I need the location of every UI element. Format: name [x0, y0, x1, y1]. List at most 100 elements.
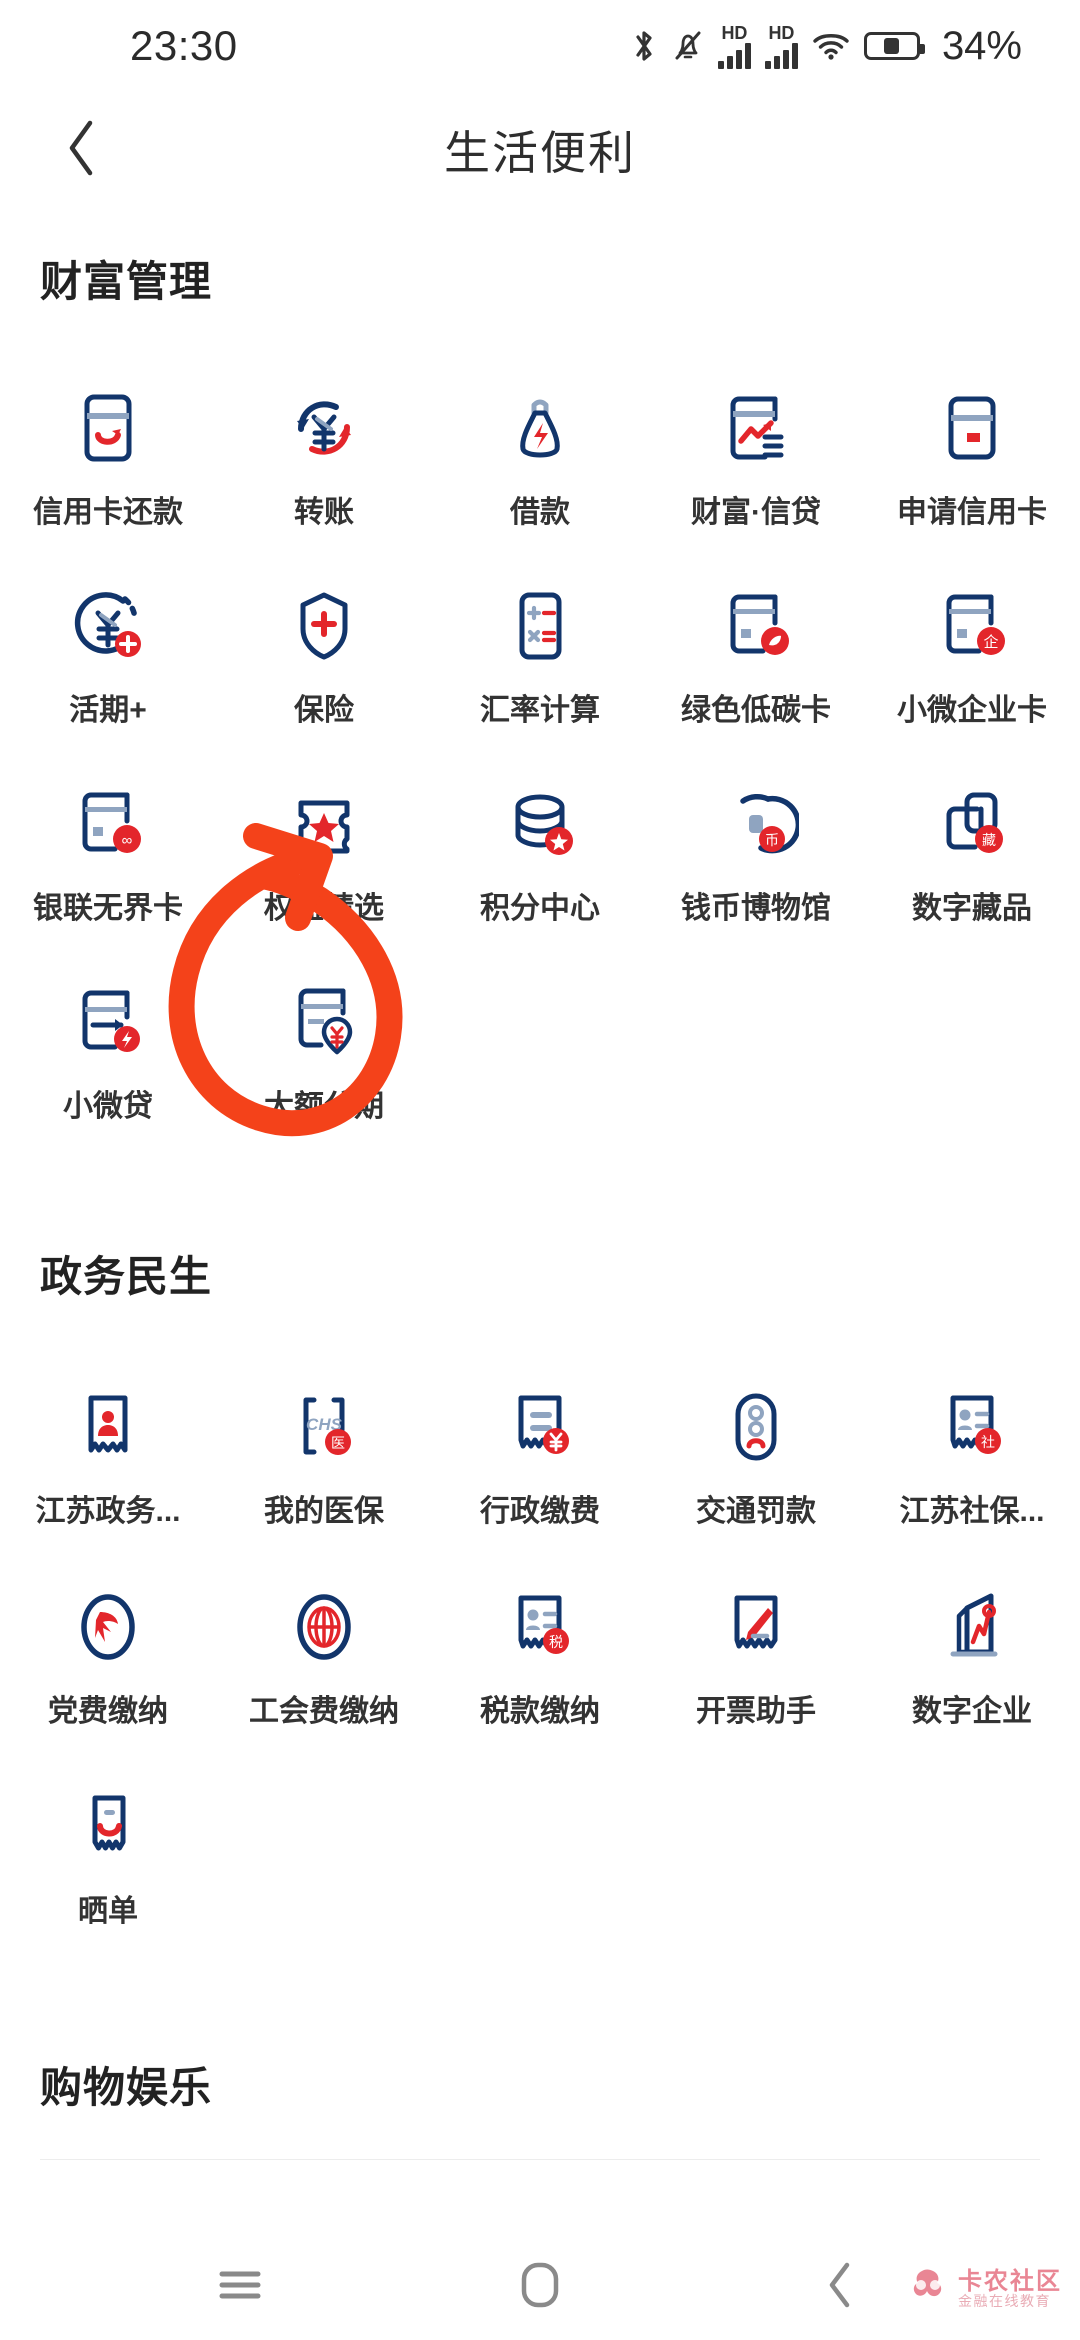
grid-item-label: 江苏社保...	[899, 1495, 1045, 1528]
page-title: 生活便利	[444, 127, 636, 179]
grid-item-tax-payment[interactable]: 税 税款缴纳	[432, 1530, 648, 1730]
grid-item-label: 数字企业	[912, 1695, 1032, 1728]
points-center-icon	[497, 781, 583, 867]
grid-item-green-card[interactable]: 绿色低碳卡	[648, 531, 864, 729]
grid-item-loan[interactable]: 借款	[432, 361, 648, 531]
share-order-icon	[65, 1784, 151, 1870]
svg-text:医: 医	[331, 1435, 345, 1451]
watermark-logo-icon	[908, 2265, 950, 2312]
insurance-shield-icon	[281, 583, 367, 669]
grid-item-label: 财富·信贷	[691, 496, 821, 529]
grid-item-party-fee[interactable]: 党费缴纳	[0, 1530, 216, 1730]
digital-enterprise-icon	[929, 1584, 1015, 1670]
svg-text:∞: ∞	[122, 832, 133, 849]
grid-item-wealth-credit[interactable]: 财富·信贷	[648, 361, 864, 531]
svg-text:藏: 藏	[982, 832, 996, 848]
grid-item-label: 小微企业卡	[897, 694, 1047, 727]
invoice-helper-icon	[713, 1584, 799, 1670]
grid-item-installment[interactable]: 大额分期	[216, 927, 432, 1125]
grid-item-label: 晒单	[78, 1895, 138, 1928]
grid-item-union-fee[interactable]: 工会费缴纳	[216, 1530, 432, 1730]
phone-screen: 23:30 HD HD 34% 生活便利 财富管理 信用卡还款 转账 借款 财富…	[0, 0, 1080, 2340]
section-title: 财富管理	[40, 258, 213, 305]
grid-item-label: 转账	[294, 496, 354, 529]
grid-item-label: 税款缴纳	[480, 1695, 600, 1728]
grid-item-label: 权益精选	[264, 892, 384, 925]
grid-item-label: 银联无界卡	[33, 892, 183, 925]
medical-insurance-icon: CHS 医	[281, 1384, 367, 1470]
grid-item-apply-credit-card[interactable]: 申请信用卡	[864, 361, 1080, 531]
grid-item-digital-enterprise[interactable]: 数字企业	[864, 1530, 1080, 1730]
section-shopping: 购物娱乐	[0, 1930, 1080, 2160]
grid-item-label: 活期+	[69, 694, 147, 727]
admin-fee-icon	[497, 1384, 583, 1470]
grid-item-label: 积分中心	[480, 892, 600, 925]
grid-item-points-center[interactable]: 积分中心	[432, 729, 648, 927]
grid-item-label: 汇率计算	[480, 694, 600, 727]
grid-item-jiangsu-gov[interactable]: 江苏政务...	[0, 1360, 216, 1530]
svg-text:税: 税	[549, 1634, 563, 1650]
green-card-icon	[713, 583, 799, 669]
exchange-calculator-icon	[497, 583, 583, 669]
section-wealth: 财富管理 信用卡还款 转账 借款 财富·信贷 申请信用卡 活期+ 保险 汇率计算…	[0, 208, 1080, 1125]
section-government: 政务民生 江苏政务... CHS 医 我的医保 行政缴费 交通罚款 社 江苏社保…	[0, 1125, 1080, 1930]
union-fee-icon	[281, 1584, 367, 1670]
grid-item-label: 我的医保	[264, 1495, 384, 1528]
grid-item-unionpay-card[interactable]: ∞ 银联无界卡	[0, 729, 216, 927]
grid-item-insurance[interactable]: 保险	[216, 531, 432, 729]
grid-item-label: 大额分期	[264, 1090, 384, 1123]
grid-item-credit-card-repay[interactable]: 信用卡还款	[0, 361, 216, 531]
traffic-fine-icon	[713, 1384, 799, 1470]
svg-text:币: 币	[765, 832, 779, 848]
back-icon[interactable]	[780, 2230, 900, 2340]
grid-item-current-plus[interactable]: 活期+	[0, 531, 216, 729]
grid-item-jiangsu-social[interactable]: 社 江苏社保...	[864, 1360, 1080, 1530]
grid-item-transfer[interactable]: 转账	[216, 361, 432, 531]
grid-item-medical-insurance[interactable]: CHS 医 我的医保	[216, 1360, 432, 1530]
grid-item-traffic-fine[interactable]: 交通罚款	[648, 1360, 864, 1530]
wealth-credit-icon	[713, 385, 799, 471]
bluetooth-icon	[630, 29, 658, 63]
section-title: 政务民生	[40, 1253, 213, 1300]
home-icon[interactable]	[480, 2230, 600, 2340]
grid-item-exchange-calculator[interactable]: 汇率计算	[432, 531, 648, 729]
watermark: 卡农社区 金融在线教育	[908, 2265, 1062, 2312]
grid-item-digital-collection[interactable]: 藏 数字藏品	[864, 729, 1080, 927]
grid-item-coin-museum[interactable]: 币 钱币博物馆	[648, 729, 864, 927]
grid-item-invoice-helper[interactable]: 开票助手	[648, 1530, 864, 1730]
loan-bag-icon	[497, 385, 583, 471]
grid-item-admin-fee[interactable]: 行政缴费	[432, 1360, 648, 1530]
icon-grid-government: 江苏政务... CHS 医 我的医保 行政缴费 交通罚款 社 江苏社保... 党…	[0, 1360, 1080, 1930]
transfer-yuan-icon	[281, 385, 367, 471]
watermark-subtitle: 金融在线教育	[958, 2292, 1051, 2309]
status-bar: 23:30 HD HD 34%	[0, 0, 1080, 92]
grid-item-micro-loan[interactable]: 小微贷	[0, 927, 216, 1125]
grid-item-benefits[interactable]: 权益精选	[216, 729, 432, 927]
grid-item-label: 行政缴费	[480, 1495, 600, 1528]
credit-card-repay-icon	[65, 385, 151, 471]
icon-grid-wealth: 信用卡还款 转账 借款 财富·信贷 申请信用卡 活期+ 保险 汇率计算 绿色低碳…	[0, 361, 1080, 1125]
silent-bell-icon	[672, 29, 704, 63]
grid-item-label: 申请信用卡	[897, 496, 1047, 529]
grid-item-share-order[interactable]: 晒单	[0, 1730, 216, 1930]
grid-item-label: 数字藏品	[912, 892, 1032, 925]
grid-item-label: 工会费缴纳	[249, 1695, 399, 1728]
hd-signal-icon: HD	[717, 24, 751, 69]
jiangsu-social-icon: 社	[929, 1384, 1015, 1470]
grid-item-label: 保险	[294, 694, 354, 727]
hd-signal-icon-2: HD	[764, 24, 798, 69]
menu-icon[interactable]	[180, 2230, 300, 2340]
grid-item-label: 借款	[510, 496, 570, 529]
status-bar-left: 23:30	[0, 22, 238, 70]
svg-text:社: 社	[981, 1434, 995, 1450]
content-scroll[interactable]: 财富管理 信用卡还款 转账 借款 财富·信贷 申请信用卡 活期+ 保险 汇率计算…	[0, 208, 1080, 2248]
grid-item-label: 小微贷	[63, 1090, 153, 1123]
grid-item-label: 交通罚款	[696, 1495, 816, 1528]
battery-percent: 34%	[941, 23, 1022, 68]
micro-loan-icon	[65, 979, 151, 1065]
grid-item-label: 开票助手	[696, 1695, 816, 1728]
grid-item-label: 信用卡还款	[33, 496, 183, 529]
svg-text:企: 企	[983, 633, 998, 651]
wifi-icon	[812, 31, 850, 61]
grid-item-sme-card[interactable]: 企 小微企业卡	[864, 531, 1080, 729]
